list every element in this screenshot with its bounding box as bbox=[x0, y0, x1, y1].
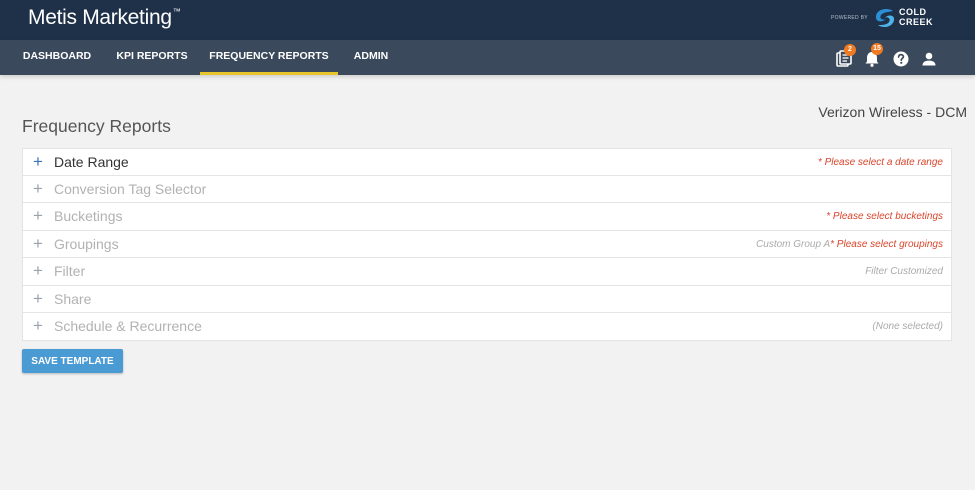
section-date-range[interactable]: + Date Range * Please select a date rang… bbox=[22, 148, 952, 176]
partner-line-2: CREEK bbox=[899, 17, 934, 27]
save-template-button[interactable]: SAVE TEMPLATE bbox=[22, 349, 123, 373]
cold-creek-logo-icon bbox=[875, 8, 895, 28]
trademark-mark: ™ bbox=[172, 7, 181, 16]
nav-admin[interactable]: ADMIN bbox=[348, 40, 394, 75]
reports-badge: 2 bbox=[844, 44, 856, 56]
section-status-value: (None selected) bbox=[872, 321, 943, 332]
section-label: Groupings bbox=[54, 235, 119, 252]
section-required-message: * Please select a date range bbox=[817, 157, 943, 168]
nav-frequency-reports[interactable]: FREQUENCY REPORTS bbox=[200, 40, 338, 75]
bell-icon[interactable]: 15 bbox=[862, 43, 883, 68]
section-status: Custom Group A* Please select groupings bbox=[756, 239, 943, 250]
section-schedule-recurrence[interactable]: + Schedule & Recurrence (None selected) bbox=[22, 313, 952, 341]
section-status: (None selected) bbox=[872, 321, 943, 332]
section-status-value: Filter Customized bbox=[865, 266, 943, 277]
expand-plus-icon: + bbox=[33, 152, 43, 171]
client-name: Verizon Wireless - DCM bbox=[818, 104, 967, 120]
partner-line-1: COLD bbox=[899, 7, 927, 17]
expand-plus-icon: + bbox=[33, 261, 43, 280]
section-groupings[interactable]: + Groupings Custom Group A* Please selec… bbox=[22, 230, 952, 258]
section-conversion-tag-selector[interactable]: + Conversion Tag Selector bbox=[22, 175, 952, 203]
page-title: Frequency Reports bbox=[22, 116, 171, 136]
section-required-message: * Please select groupings bbox=[830, 238, 943, 250]
help-icon[interactable] bbox=[891, 48, 911, 68]
section-share[interactable]: + Share bbox=[22, 285, 952, 313]
section-status: * Please select a date range bbox=[818, 157, 943, 168]
nav-kpi-reports[interactable]: KPI REPORTS bbox=[113, 40, 191, 75]
section-status: Filter Customized bbox=[865, 266, 943, 277]
notifications-badge: 15 bbox=[871, 43, 883, 55]
app-logo[interactable]: Metis Marketing™ bbox=[28, 6, 181, 30]
user-icon[interactable] bbox=[919, 48, 939, 68]
expand-plus-icon: + bbox=[33, 233, 43, 253]
section-label: Bucketings bbox=[54, 208, 123, 224]
section-label: Schedule & Recurrence bbox=[54, 318, 202, 334]
section-label: Share bbox=[54, 290, 92, 307]
top-header: Metis Marketing™ POWERED BY COLD CREEK bbox=[0, 0, 975, 40]
partner-name: COLD CREEK bbox=[899, 7, 933, 27]
section-required-message: * Please select bucketings bbox=[826, 211, 943, 222]
report-config-accordion: + Date Range * Please select a date rang… bbox=[22, 148, 952, 341]
powered-by-label: POWERED BY bbox=[831, 15, 868, 21]
expand-plus-icon: + bbox=[33, 316, 43, 335]
section-label: Conversion Tag Selector bbox=[54, 180, 207, 197]
expand-plus-icon: + bbox=[33, 288, 43, 308]
reports-icon[interactable]: 2 bbox=[834, 44, 856, 68]
section-status: * Please select bucketings bbox=[826, 211, 943, 222]
section-filter[interactable]: + Filter Filter Customized bbox=[22, 258, 952, 286]
main-nav: DASHBOARD KPI REPORTS FREQUENCY REPORTS … bbox=[0, 40, 975, 75]
section-bucketings[interactable]: + Bucketings * Please select bucketings bbox=[22, 203, 952, 231]
section-label: Date Range bbox=[54, 154, 129, 170]
brand-name: Metis Marketing bbox=[28, 6, 172, 29]
section-status-value: Custom Group A bbox=[756, 238, 831, 250]
nav-dashboard[interactable]: DASHBOARD bbox=[22, 40, 92, 75]
section-label: Filter bbox=[54, 263, 86, 279]
expand-plus-icon: + bbox=[33, 206, 43, 225]
expand-plus-icon: + bbox=[33, 178, 43, 198]
